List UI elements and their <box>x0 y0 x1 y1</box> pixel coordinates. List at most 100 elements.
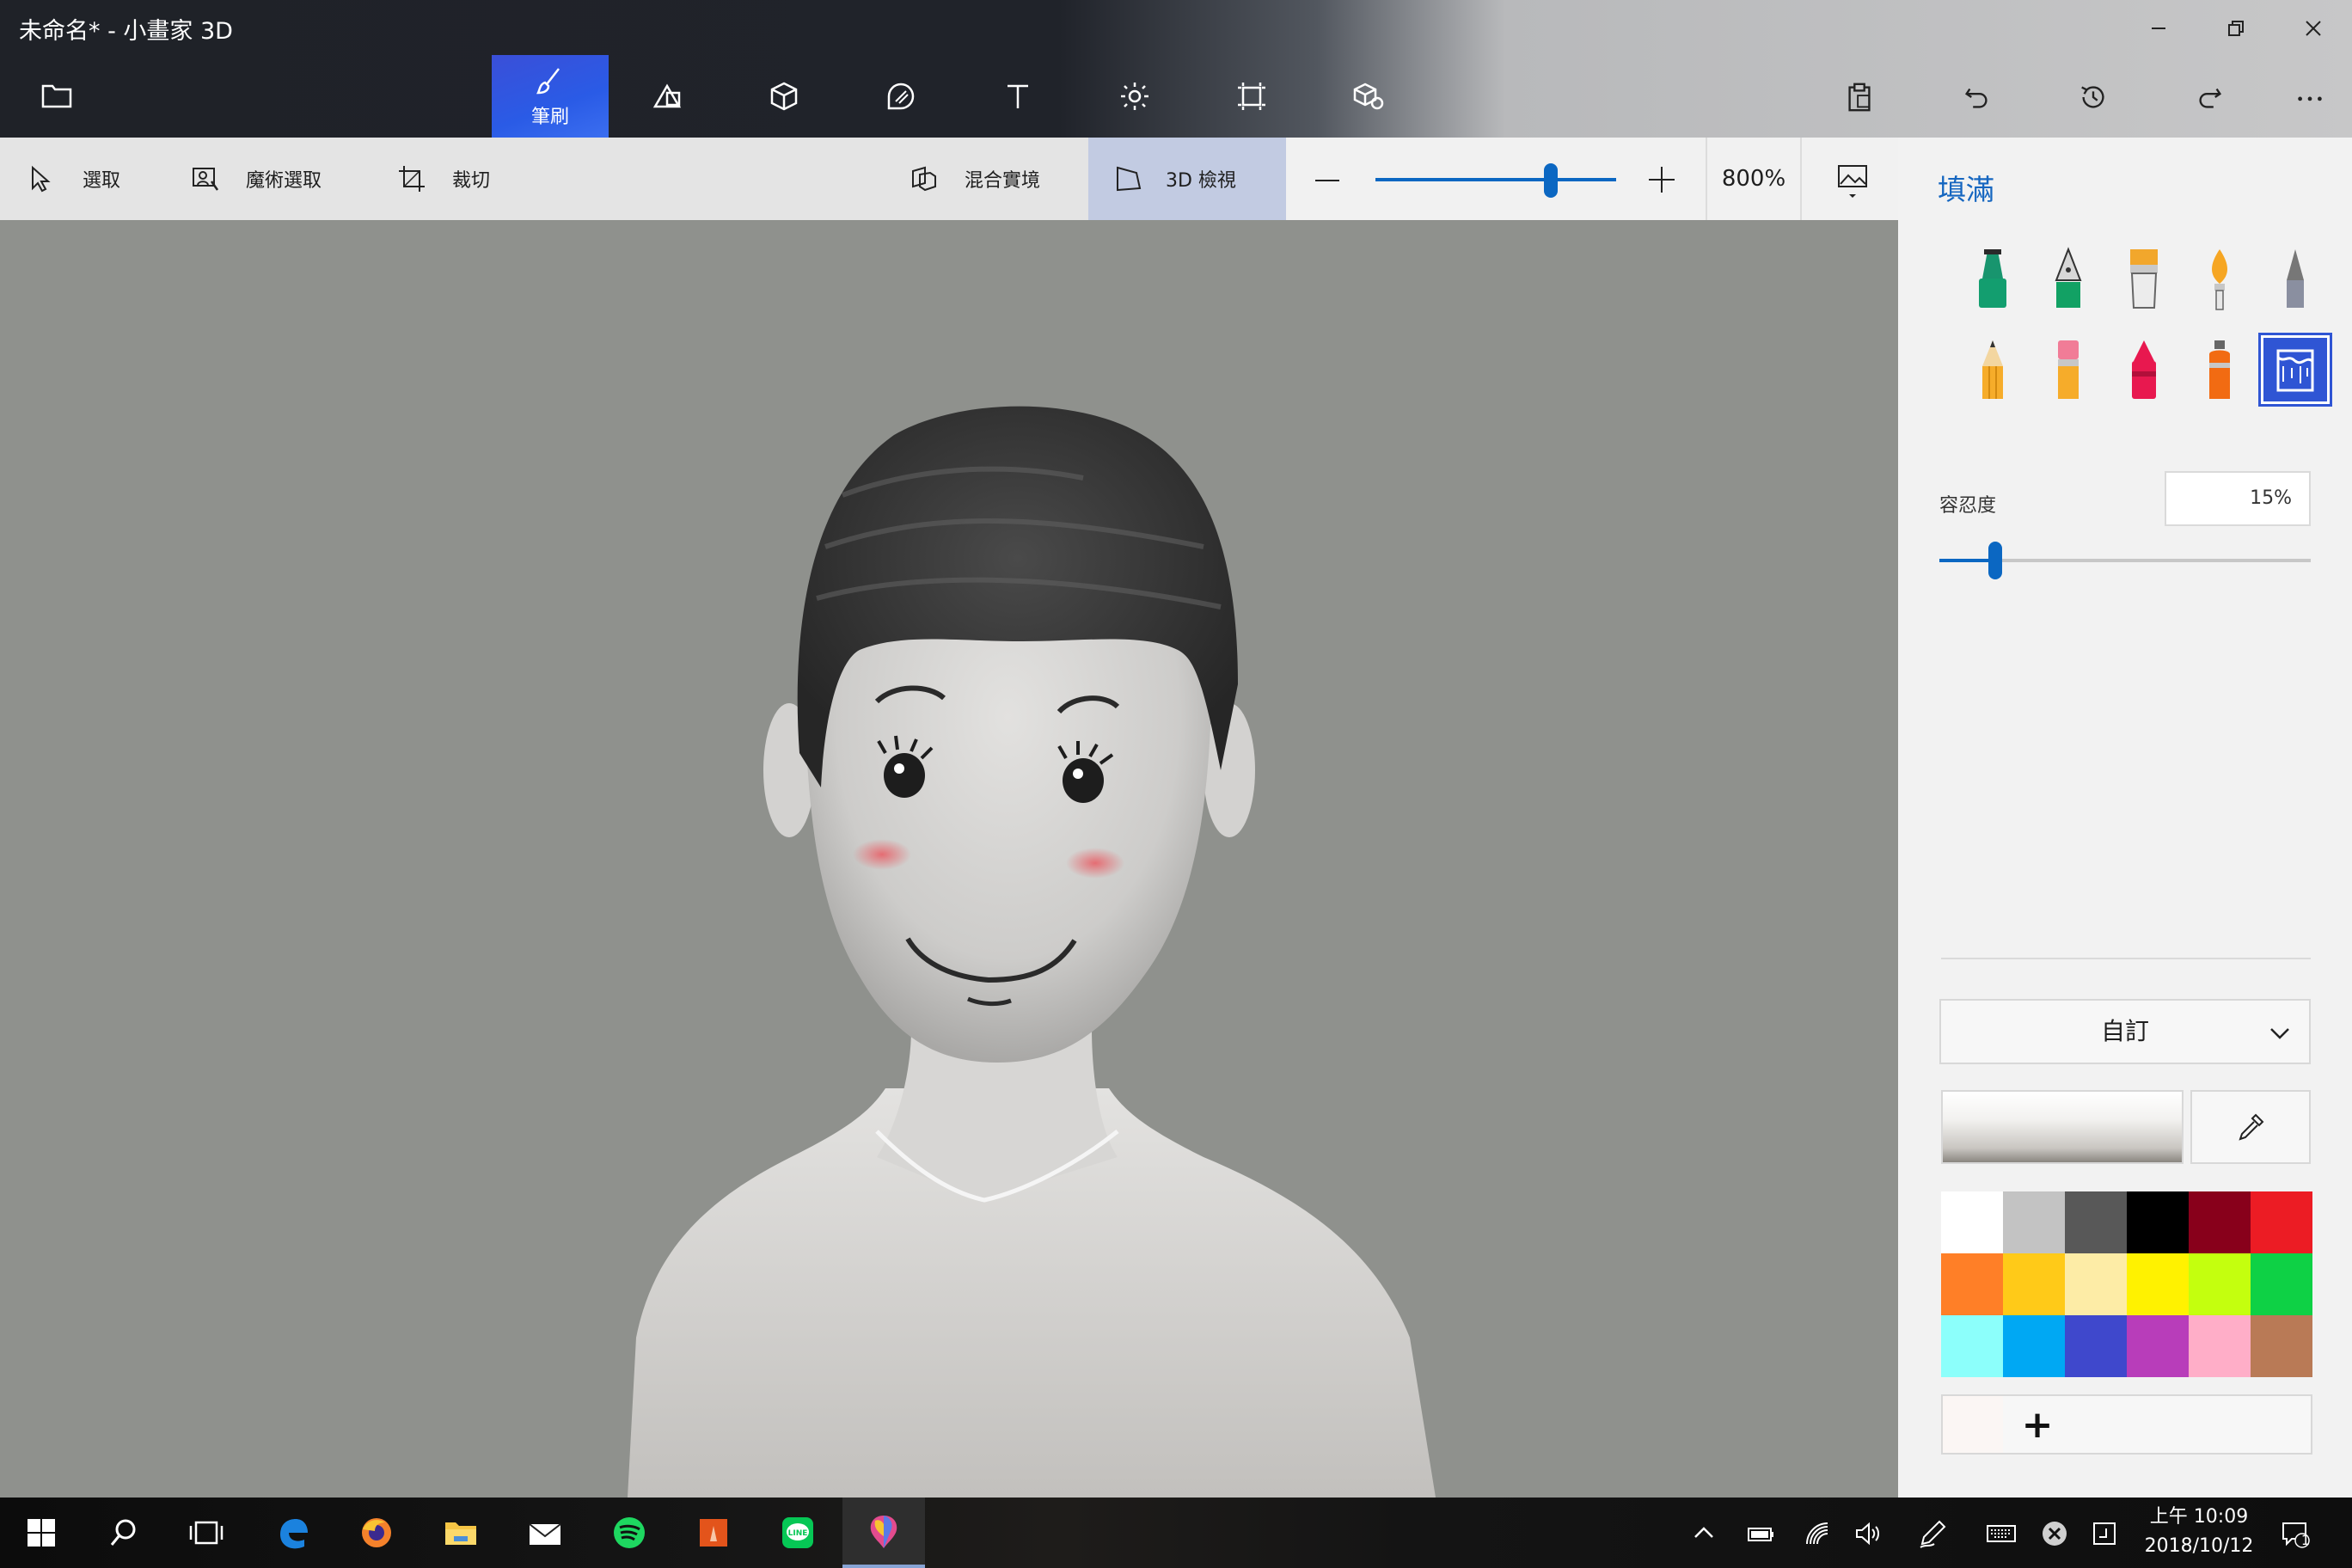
zoom-out-icon[interactable] <box>1312 165 1343 196</box>
tolerance-input[interactable]: 15% <box>2165 471 2311 526</box>
taskbar-spotify[interactable] <box>588 1498 671 1568</box>
zoom-slider-track[interactable] <box>1375 178 1616 181</box>
start-button[interactable] <box>0 1498 83 1568</box>
tab-stickers[interactable] <box>842 55 959 138</box>
palette-swatch[interactable] <box>2189 1315 2251 1377</box>
oil-brush[interactable] <box>2110 244 2178 313</box>
tab-3d-shapes[interactable] <box>726 55 842 138</box>
add-color-button[interactable]: + <box>2012 1401 2063 1449</box>
clock-date: 2018/10/12 <box>2144 1535 2254 1557</box>
palette-swatch[interactable] <box>2189 1253 2251 1315</box>
crop-button[interactable]: 裁切 <box>397 138 490 220</box>
custom-color-swatch[interactable] <box>1943 1396 2003 1453</box>
tab-2d-shapes[interactable] <box>609 55 726 138</box>
tab-effects[interactable] <box>1076 55 1193 138</box>
tab-canvas[interactable] <box>1193 55 1310 138</box>
tray-volume[interactable] <box>1848 1515 1886 1553</box>
tray-battery[interactable] <box>1742 1515 1779 1553</box>
sticker-icon <box>887 83 915 110</box>
palette-swatch[interactable] <box>1941 1191 2003 1253</box>
palette-swatch[interactable] <box>2127 1253 2189 1315</box>
palette-swatch[interactable] <box>2003 1253 2065 1315</box>
more-button[interactable] <box>2288 76 2331 119</box>
taskbar-line[interactable]: LINE <box>756 1498 839 1568</box>
eyedropper-icon <box>2239 1113 2264 1141</box>
image-view-icon[interactable] <box>1836 163 1869 201</box>
history-icon <box>2081 86 2104 108</box>
palette-swatch[interactable] <box>2003 1191 2065 1253</box>
zoom-slider-thumb[interactable] <box>1544 163 1559 198</box>
crayon-brush[interactable] <box>2110 335 2178 404</box>
drawing-canvas[interactable] <box>0 220 1898 1498</box>
history-button[interactable] <box>2072 76 2115 119</box>
taskbar-firefox[interactable] <box>335 1498 418 1568</box>
calligraphy-pen-brush[interactable] <box>2034 244 2103 313</box>
tray-overflow-button[interactable] <box>1685 1515 1723 1553</box>
palette-swatch[interactable] <box>2251 1191 2312 1253</box>
svg-text:LINE: LINE <box>788 1529 808 1538</box>
palette-swatch[interactable] <box>2127 1315 2189 1377</box>
window-title: 未命名* - 小畫家 3D <box>19 18 233 45</box>
palette-swatch[interactable] <box>2065 1253 2127 1315</box>
palette-swatch[interactable] <box>2251 1315 2312 1377</box>
paste-button[interactable] <box>1838 76 1881 119</box>
tab-brushes[interactable]: 筆刷 <box>492 55 609 138</box>
palette-swatch[interactable] <box>1941 1253 2003 1315</box>
fill-brush[interactable] <box>2258 333 2332 407</box>
folder-icon[interactable] <box>40 79 74 113</box>
tray-ink-workspace[interactable] <box>1914 1515 1951 1553</box>
pen-icon <box>1920 1520 1946 1548</box>
marker-brush[interactable] <box>1958 244 2027 313</box>
tab-3d-library[interactable] <box>1310 55 1427 138</box>
panel-title: 填滿 <box>1938 173 1994 206</box>
zoom-value[interactable]: 800% <box>1706 138 1802 220</box>
taskbar-edge[interactable] <box>251 1498 334 1568</box>
tray-app[interactable] <box>2086 1515 2123 1553</box>
palette-swatch[interactable] <box>2189 1191 2251 1253</box>
undo-button[interactable] <box>1955 76 1998 119</box>
pencil-brush[interactable] <box>1958 335 2027 404</box>
taskbar-mail[interactable] <box>504 1498 586 1568</box>
palette-swatch[interactable] <box>2003 1315 2065 1377</box>
view-3d-button[interactable]: 3D 檢視 <box>1088 138 1286 220</box>
tray-wifi[interactable] <box>1798 1515 1836 1553</box>
redo-button[interactable] <box>2189 76 2232 119</box>
select-button[interactable]: 選取 <box>28 138 120 220</box>
color-palette <box>1941 1191 2312 1377</box>
taskbar-paint-3d[interactable] <box>842 1498 925 1568</box>
magic-select-label: 魔術選取 <box>246 170 322 192</box>
restore-button[interactable] <box>2197 9 2275 48</box>
zoom-in-icon[interactable] <box>1645 163 1678 196</box>
eraser-icon <box>2058 340 2079 399</box>
palette-swatch[interactable] <box>2065 1315 2127 1377</box>
color-mode-dropdown[interactable]: 自訂 <box>1939 999 2311 1064</box>
watercolor-brush[interactable] <box>2185 244 2254 313</box>
search-button[interactable] <box>83 1498 165 1568</box>
palette-swatch[interactable] <box>2127 1191 2189 1253</box>
tab-text[interactable] <box>959 55 1076 138</box>
zoom-controls: 800% <box>1286 138 1898 220</box>
color-mode-value: 自訂 <box>2100 1017 2149 1045</box>
palette-swatch[interactable] <box>1941 1315 2003 1377</box>
palette-swatch[interactable] <box>2065 1191 2127 1253</box>
tolerance-slider-thumb[interactable] <box>1988 542 2002 579</box>
taskbar-clock[interactable]: 上午 10:09 2018/10/12 <box>2135 1503 2263 1563</box>
tray-status[interactable] <box>2036 1515 2073 1553</box>
magic-select-button[interactable]: 魔術選取 <box>191 138 322 220</box>
pixel-pen-brush[interactable] <box>2261 244 2330 313</box>
minimize-button[interactable] <box>2120 9 2197 48</box>
eraser-brush[interactable] <box>2034 335 2103 404</box>
eyedropper-button[interactable] <box>2190 1090 2311 1164</box>
mixed-reality-button[interactable]: 混合實境 <box>910 138 1040 220</box>
current-color-preview[interactable] <box>1941 1090 2184 1164</box>
task-view-button[interactable] <box>165 1498 248 1568</box>
redo-icon <box>2199 88 2222 108</box>
taskbar-office[interactable] <box>672 1498 755 1568</box>
tray-touch-keyboard[interactable] <box>1982 1515 2020 1553</box>
task-view-icon <box>189 1521 224 1545</box>
close-button[interactable] <box>2275 9 2352 48</box>
battery-icon <box>1748 1528 1773 1541</box>
spray-can-brush[interactable] <box>2185 335 2254 404</box>
palette-swatch[interactable] <box>2251 1253 2312 1315</box>
taskbar-file-explorer[interactable] <box>420 1498 502 1568</box>
